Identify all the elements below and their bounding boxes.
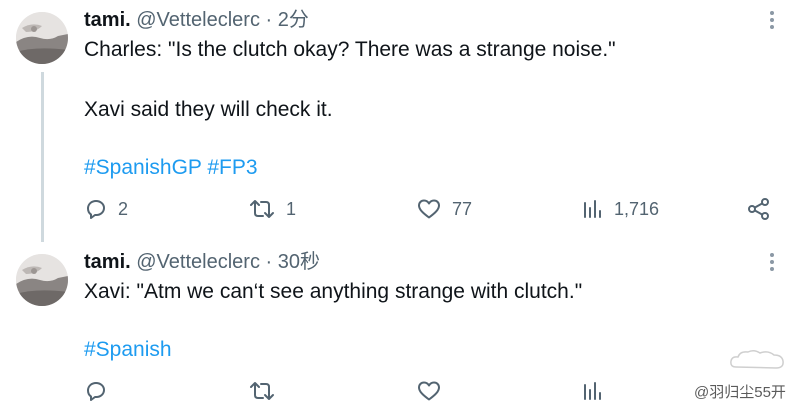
tweet-text-line: Xavi said they will check it. (84, 98, 333, 121)
reply-count: 2 (118, 198, 129, 219)
like-button[interactable] (416, 377, 442, 405)
retweet-count: 1 (286, 198, 297, 219)
views-count: 1,716 (614, 198, 660, 219)
hashtag-link[interactable]: #Spanish (84, 338, 172, 361)
tweet-1[interactable]: tami. @Vetteleclerc · 2分 Charles: "Is th… (0, 0, 800, 242)
reply-icon (87, 382, 105, 401)
views-button[interactable] (582, 377, 604, 405)
like-button[interactable]: 77 (416, 195, 472, 223)
views-bars-icon (584, 200, 601, 218)
hashtag-row: #SpanishGP #FP3 (84, 154, 258, 182)
watermark-text: @羽归尘55开 (694, 384, 786, 401)
display-name[interactable]: tami. (84, 9, 131, 31)
display-name[interactable]: tami. (84, 251, 131, 273)
like-count: 77 (452, 198, 473, 219)
retweet-icon (250, 382, 274, 400)
more-dots-icon (770, 253, 774, 271)
hashtag-row: #Spanish (84, 336, 172, 364)
header-separator: · (265, 251, 273, 273)
hashtag-link[interactable]: #FP3 (207, 156, 257, 179)
more-dots-icon (770, 11, 774, 29)
share-icon (748, 198, 769, 220)
reply-button[interactable]: 2 (84, 195, 128, 223)
retweet-icon (250, 200, 274, 218)
timestamp[interactable]: 2分 (278, 9, 309, 31)
retweet-button[interactable]: 1 (248, 195, 296, 223)
views-bars-icon (584, 382, 601, 400)
tweet-header: tami. @Vetteleclerc · 2分 (84, 8, 309, 32)
timestamp[interactable]: 30秒 (278, 251, 320, 273)
watermark-logo (728, 347, 786, 373)
heart-icon (418, 199, 440, 219)
reply-button[interactable] (84, 377, 108, 405)
more-options-button[interactable] (760, 8, 784, 32)
avatar[interactable] (16, 12, 68, 64)
hashtag-link[interactable]: #SpanishGP (84, 156, 202, 179)
views-button[interactable]: 1,716 (582, 195, 659, 223)
heart-icon (418, 381, 440, 401)
retweet-button[interactable] (248, 377, 276, 405)
weibo-cloud-icon (730, 349, 784, 369)
more-options-button[interactable] (760, 250, 784, 274)
tweet-text-line: Charles: "Is the clutch okay? There was … (84, 38, 616, 61)
user-handle[interactable]: @Vetteleclerc (136, 9, 260, 31)
reply-icon (87, 200, 105, 219)
header-separator: · (265, 9, 273, 31)
tweet-header: tami. @Vetteleclerc · 30秒 (84, 250, 320, 274)
thread-connector-line (41, 72, 44, 242)
avatar[interactable] (16, 254, 68, 306)
tweet-text-line: Xavi: "Atm we can‘t see anything strange… (84, 280, 583, 303)
tweet-2[interactable]: tami. @Vetteleclerc · 30秒 Xavi: "Atm we … (0, 240, 800, 408)
share-button[interactable] (746, 195, 772, 223)
avatar-image (16, 12, 68, 64)
user-handle[interactable]: @Vetteleclerc (136, 251, 260, 273)
avatar-image (16, 254, 68, 306)
